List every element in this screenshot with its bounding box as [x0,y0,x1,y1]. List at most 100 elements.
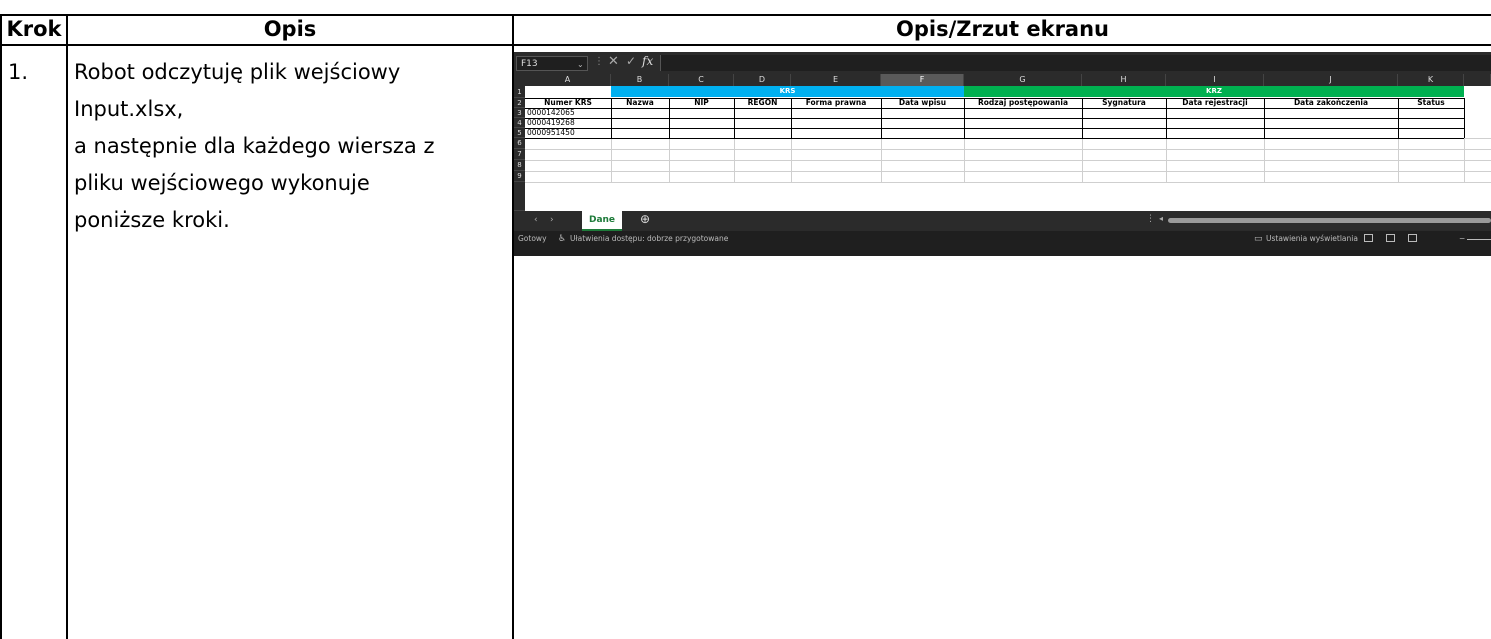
sheet-tab-bar: ‹ › Dane ⊕ ⋮ ◂ [514,211,1491,231]
header-description: Opis [263,17,317,41]
column-header-l[interactable] [1464,74,1491,86]
row-header-10 [514,182,525,211]
group-band-krz: KRZ [964,86,1464,97]
row-header-8[interactable]: 8 [514,160,525,171]
enter-icon[interactable]: ✓ [626,54,636,68]
select-all-corner[interactable] [514,74,525,86]
horizontal-scrollbar[interactable] [1168,218,1491,223]
cell-krs-number[interactable]: 0000142065 [527,108,611,118]
column-header-g[interactable]: G [964,74,1082,86]
column-header-j[interactable]: J [1264,74,1398,86]
gridline [1264,138,1265,182]
spreadsheet-grid[interactable]: A B C D E F G H I J K 1 2 3 4 5 6 7 8 9 … [514,74,1491,231]
header-cell-data-rejestracji[interactable]: Data rejestracji [1166,98,1264,108]
header-cell-forma-prawna[interactable]: Forma prawna [791,98,881,108]
table-border [525,108,1464,109]
zoom-out-icon[interactable]: − [1459,231,1465,247]
gridline [964,138,965,182]
header-cell-numer-krs[interactable]: Numer KRS [525,98,611,108]
step-number: 1. [8,60,29,84]
insert-function-icon[interactable]: fx [642,54,653,68]
column-header-c[interactable]: C [669,74,734,86]
cancel-icon[interactable]: ✕ [608,54,619,69]
row-header-4[interactable]: 4 [514,118,525,128]
column-header-h[interactable]: H [1082,74,1166,86]
description-line: pliku wejściowego wykonuje [74,171,370,195]
header-cell-sygnatura[interactable]: Sygnatura [1082,98,1166,108]
row-header-6[interactable]: 6 [514,138,525,149]
row-header-2[interactable]: 2 [514,98,525,108]
normal-view-icon[interactable] [1364,234,1373,242]
gridline [669,138,670,182]
table-border [1464,98,1465,138]
header-step: Krok [6,17,62,41]
table-border [525,118,1464,119]
page-break-view-icon[interactable] [1408,234,1417,242]
excel-screenshot: F13 ⌄ ⋮ ✕ ✓ fx A B C D E F G H I J K 1 2… [514,52,1491,256]
header-screenshot: Opis/Zrzut ekranu [896,17,1109,41]
column-header-a[interactable]: A [525,74,611,86]
more-icon[interactable]: ⋮ [1146,214,1155,224]
cell-krs-number[interactable]: 0000419268 [527,118,611,128]
gridline [525,182,1491,183]
accessibility-icon[interactable]: ♿ [558,231,566,247]
header-cell-nazwa[interactable]: Nazwa [611,98,669,108]
description-line: Input.xlsx, [74,97,184,121]
scroll-left-icon[interactable]: ◂ [1159,214,1163,223]
description-line: poniższe kroki. [74,208,230,232]
gridline [791,138,792,182]
document-page: Krok Opis Opis/Zrzut ekranu 1. Robot odc… [0,0,1491,639]
column-header-f[interactable]: F [881,74,964,86]
display-settings-icon[interactable]: ▭ [1254,231,1263,247]
description-line: Robot odczytuję plik wejściowy [74,60,401,84]
formula-bar: F13 ⌄ ⋮ ✕ ✓ fx [514,52,1491,74]
header-cell-data-wpisu[interactable]: Data wpisu [881,98,964,108]
name-box[interactable]: F13 ⌄ [516,56,588,71]
chevron-down-icon[interactable]: ⌄ [577,57,584,72]
header-cell-data-zakonczenia[interactable]: Data zakończenia [1264,98,1398,108]
row-header-5[interactable]: 5 [514,128,525,138]
gridline [611,138,612,182]
cell-krs-number[interactable]: 0000951450 [527,128,611,138]
row-header-9[interactable]: 9 [514,171,525,182]
group-band-krs: KRS [611,86,964,97]
table-border [525,128,1464,129]
table-border [525,138,1464,139]
gridline [1166,138,1167,182]
gridline [881,138,882,182]
more-icon: ⋮ [594,56,604,67]
zoom-slider[interactable] [1467,239,1491,240]
status-ready: Gotowy [518,234,547,243]
gridline [1082,138,1083,182]
name-box-value: F13 [521,59,538,69]
gridline [734,138,735,182]
row-header-3[interactable]: 3 [514,108,525,118]
page-layout-view-icon[interactable] [1386,234,1395,242]
header-cell-regon[interactable]: REGON [734,98,791,108]
column-header-d[interactable]: D [734,74,791,86]
formula-input[interactable] [660,55,1491,71]
column-header-b[interactable]: B [611,74,669,86]
column-header-k[interactable]: K [1398,74,1464,86]
column-divider-step [66,14,68,639]
sheet-tab-dane[interactable]: Dane [582,211,622,231]
column-header-i[interactable]: I [1166,74,1264,86]
chevron-right-icon[interactable]: › [550,215,554,225]
header-cell-nip[interactable]: NIP [669,98,734,108]
display-settings-button[interactable]: Ustawienia wyświetlania [1266,231,1358,247]
chevron-left-icon[interactable]: ‹ [534,215,538,225]
gridline [1398,138,1399,182]
add-sheet-icon[interactable]: ⊕ [640,212,650,226]
gridline [1464,138,1465,182]
step-description: Robot odczytuję plik wejściowy Input.xls… [74,54,514,239]
row-header-1[interactable]: 1 [514,86,525,98]
row-header-7[interactable]: 7 [514,149,525,160]
column-header-e[interactable]: E [791,74,881,86]
screenshot-bottom-edge [514,247,1491,256]
header-cell-rodzaj-postepowania[interactable]: Rodzaj postępowania [964,98,1082,108]
header-cell-status[interactable]: Status [1398,98,1464,108]
description-line: a następnie dla każdego wiersza z [74,134,435,158]
header-bottom-border [0,44,1491,46]
table-left-border [0,14,2,639]
accessibility-status[interactable]: Ułatwienia dostępu: dobrze przygotowane [570,231,728,247]
